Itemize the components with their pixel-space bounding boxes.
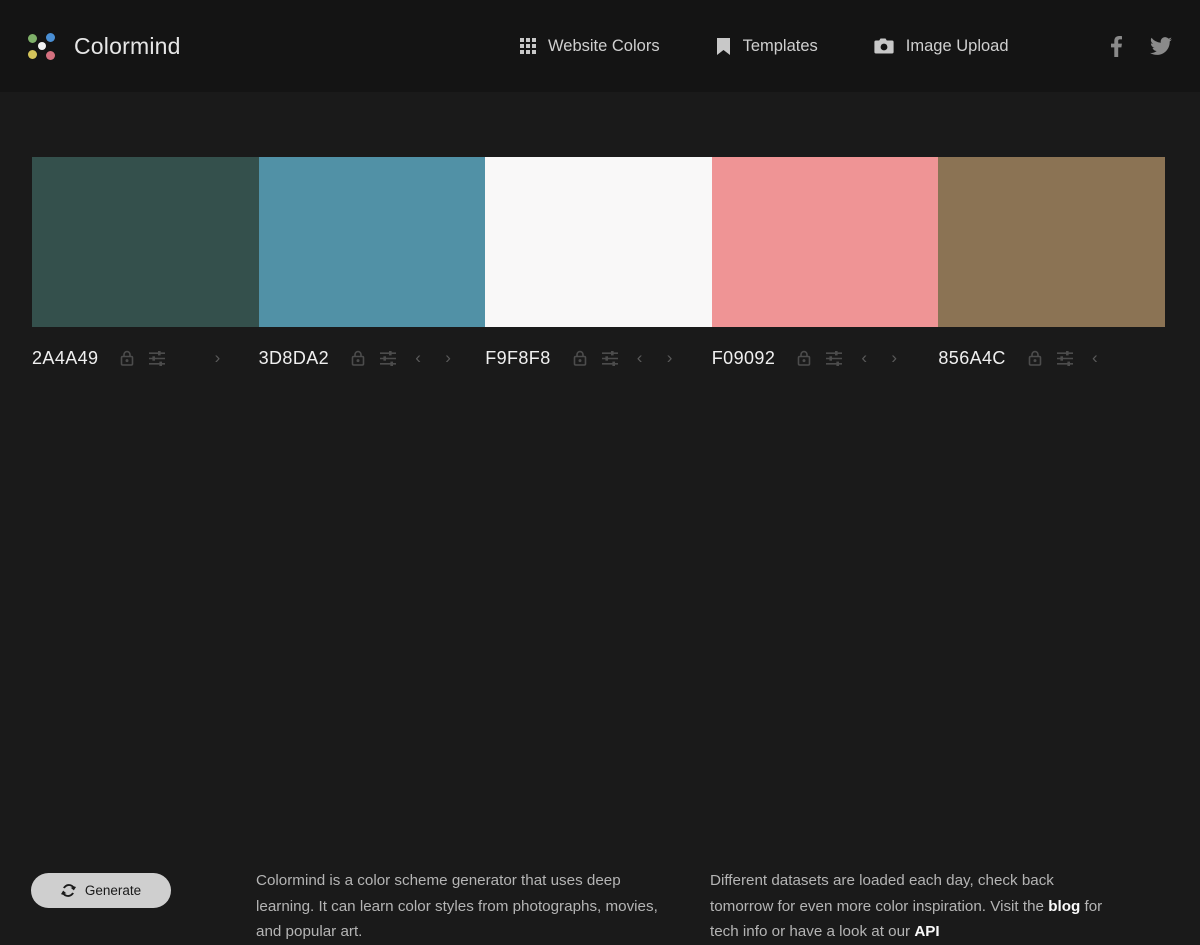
refresh-icon [60, 883, 76, 898]
chevron-right-icon[interactable]: › [879, 344, 909, 372]
swatch-hex-label[interactable]: F09092 [712, 348, 775, 369]
sliders-icon[interactable] [142, 344, 172, 372]
logo-dot-yellow [28, 50, 37, 59]
swatch-icon-buttons: ‹› [565, 344, 685, 372]
sliders-icon[interactable] [595, 344, 625, 372]
logo-dot-center [38, 42, 46, 50]
main-nav: Website Colors Templates Image Upload [520, 0, 1009, 92]
swatch-hex-label[interactable]: F9F8F8 [485, 348, 550, 369]
blog-link[interactable]: blog [1048, 898, 1080, 915]
nav-website-colors[interactable]: Website Colors [520, 37, 660, 56]
bottom-section: Generate Colormind is a color scheme gen… [0, 430, 1200, 940]
facebook-icon[interactable] [1111, 35, 1122, 57]
nav-image-upload[interactable]: Image Upload [874, 37, 1009, 56]
brand-logo[interactable]: Colormind [24, 28, 181, 64]
lock-icon[interactable] [343, 344, 373, 372]
lock-icon[interactable] [789, 344, 819, 372]
logo-dot-green [28, 34, 37, 43]
color-swatch[interactable] [485, 157, 712, 327]
generate-button-label: Generate [84, 883, 142, 898]
sliders-icon[interactable] [373, 344, 403, 372]
swatch-control-group: F9F8F8 ‹ › [485, 340, 712, 376]
bookmark-icon [716, 37, 731, 56]
sliders-icon[interactable] [1050, 344, 1080, 372]
chevron-left-icon[interactable]: ‹ [1080, 344, 1110, 372]
blurb-right: Different datasets are loaded each day, … [710, 868, 1105, 945]
swatch-control-group: 2A4A49 ‹› [32, 340, 259, 376]
swatch-controls-row: 2A4A49‹›3D8DA2‹›F9F8F8‹›F09092‹›856A4C‹› [32, 340, 1165, 376]
chevron-left-icon[interactable]: ‹ [403, 344, 433, 372]
swatch-control-group: F09092 ‹ › [712, 340, 939, 376]
logo-dot-blue [46, 33, 55, 42]
logo-dot-pink [46, 51, 55, 60]
lock-icon[interactable] [1020, 344, 1050, 372]
camera-icon [874, 38, 894, 54]
generate-button[interactable]: Generate [31, 873, 171, 908]
blurb-left: Colormind is a color scheme generator th… [256, 872, 658, 940]
site-header: Colormind Website Colors Templates Image… [0, 0, 1200, 92]
chevron-right-icon[interactable]: › [202, 344, 232, 372]
nav-website-colors-label: Website Colors [548, 36, 660, 55]
swatch-icon-buttons: ‹› [343, 344, 463, 372]
nav-templates[interactable]: Templates [716, 37, 818, 56]
blurb-right-text-1: Different datasets are loaded each day, … [710, 872, 1054, 915]
nav-templates-label: Templates [742, 36, 818, 55]
chevron-left-icon[interactable]: ‹ [625, 344, 655, 372]
brand-name: Colormind [74, 32, 181, 59]
lock-icon[interactable] [565, 344, 595, 372]
swatch-icon-buttons: ‹› [112, 344, 232, 372]
social-links [1111, 0, 1172, 92]
color-swatch[interactable] [258, 157, 486, 327]
swatch-hex-label[interactable]: 856A4C [938, 348, 1005, 369]
color-swatch[interactable] [938, 157, 1165, 327]
sliders-icon[interactable] [819, 344, 849, 372]
swatch-icon-buttons: ‹› [1020, 344, 1140, 372]
twitter-icon[interactable] [1150, 36, 1172, 56]
color-swatch[interactable] [32, 157, 259, 327]
swatch-icon-buttons: ‹› [789, 344, 909, 372]
chevron-right-icon[interactable]: › [655, 344, 685, 372]
chevron-left-icon[interactable]: ‹ [849, 344, 879, 372]
swatch-control-group: 856A4C ‹› [938, 340, 1165, 376]
nav-image-upload-label: Image Upload [905, 36, 1009, 55]
swatch-control-group: 3D8DA2 ‹ › [259, 340, 486, 376]
color-swatch[interactable] [711, 157, 939, 327]
grid-icon [520, 38, 536, 54]
swatch-hex-label[interactable]: 3D8DA2 [259, 348, 329, 369]
lock-icon[interactable] [112, 344, 142, 372]
colormind-dots-logo-icon [24, 28, 60, 64]
api-link[interactable]: API [914, 923, 939, 940]
color-palette [32, 157, 1165, 327]
swatch-hex-label[interactable]: 2A4A49 [32, 348, 98, 369]
chevron-right-icon[interactable]: › [433, 344, 463, 372]
